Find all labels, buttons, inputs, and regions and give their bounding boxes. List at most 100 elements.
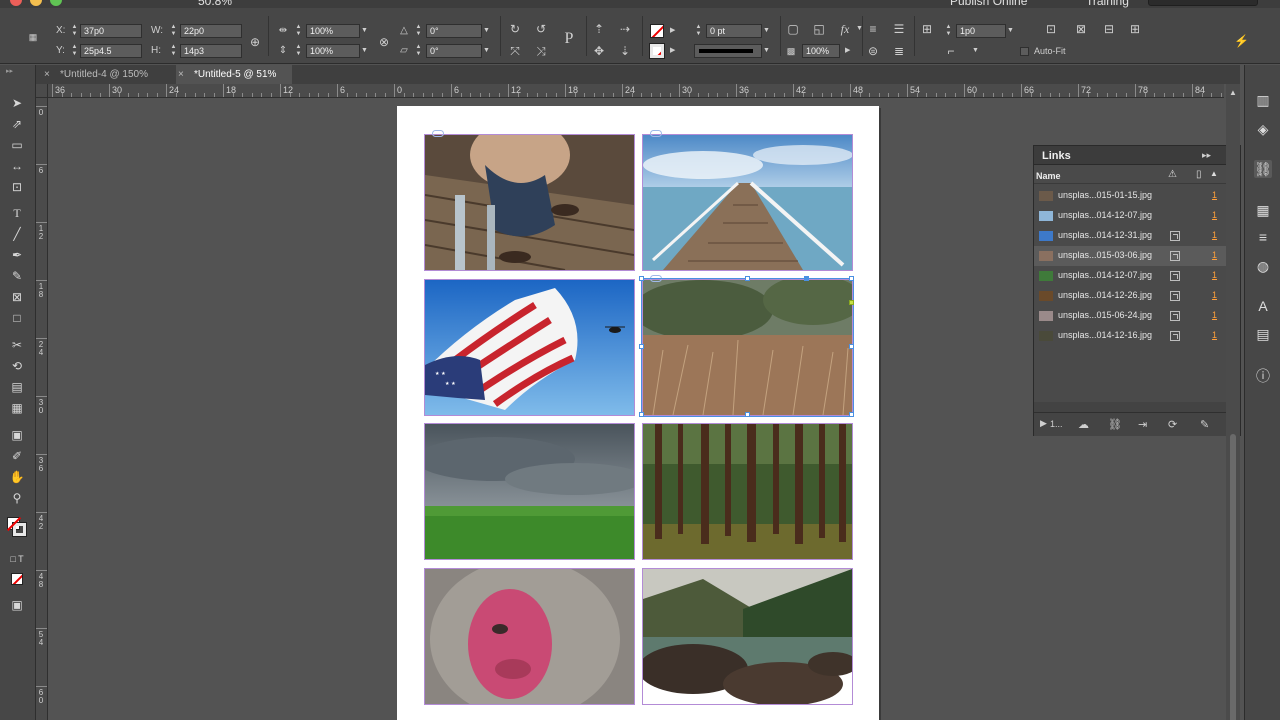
height-field[interactable]: 14p3 <box>180 44 242 58</box>
h-stepper[interactable]: ▲ ▼ <box>169 44 178 58</box>
frame-fitting-icon[interactable]: ▢ <box>786 22 800 36</box>
show-info-toggle-icon[interactable]: ▶ <box>1040 418 1047 429</box>
zoom-window-button[interactable] <box>50 0 62 6</box>
autofit-checkbox[interactable] <box>1020 47 1029 56</box>
type-tool-icon[interactable]: T <box>8 205 26 221</box>
fill-swatch[interactable] <box>650 24 664 38</box>
swatches-panel-icon[interactable]: ▦ <box>1254 201 1272 219</box>
fit-proportion-icon[interactable]: ⊟ <box>1102 22 1116 36</box>
stroke-weight-stepper[interactable]: ▲ ▼ <box>694 24 703 38</box>
link-page-number[interactable]: 1 <box>1212 210 1217 220</box>
resize-handle-br[interactable] <box>849 412 854 417</box>
horizontal-ruler[interactable]: 36 30 24 18 12 6 0 6 12 18 24 30 36 42 48 54 60 66 72 78 84 <box>48 84 1224 98</box>
relink-cc-icon[interactable]: ☁ <box>1078 418 1089 431</box>
zoom-level[interactable]: 50.8% <box>198 0 232 8</box>
select-content-icon[interactable]: ⇢ <box>618 22 632 36</box>
link-badge-icon[interactable] <box>650 130 662 137</box>
link-page-number[interactable]: 1 <box>1212 330 1217 340</box>
image-frame-5[interactable] <box>424 423 635 560</box>
link-badge-icon[interactable] <box>432 130 444 137</box>
select-next-icon[interactable]: ⇣ <box>618 44 632 58</box>
y-position-field[interactable]: 25p4.5 <box>80 44 142 58</box>
stroke-weight-dropdown[interactable]: ▼ <box>763 24 771 38</box>
rotate-dropdown[interactable]: ▼ <box>483 24 491 38</box>
formatting-container-icon[interactable]: □ T <box>8 551 26 567</box>
image-frame-8[interactable] <box>642 568 853 705</box>
flip-vertical-icon[interactable]: ⤨ <box>534 44 548 58</box>
image-frame-7[interactable] <box>424 568 635 705</box>
ruler-origin[interactable] <box>36 84 48 98</box>
resize-handle-tc[interactable] <box>745 276 750 281</box>
link-page-number[interactable]: 1 <box>1212 270 1217 280</box>
opacity-dropdown[interactable]: ▶ <box>845 44 853 58</box>
resize-handle-bl[interactable] <box>639 412 644 417</box>
constrain-proportions-icon[interactable]: ⊕ <box>248 35 262 49</box>
content-collector-icon[interactable]: ⊡ <box>8 179 26 195</box>
drop-shadow-icon[interactable]: ◱ <box>812 22 826 36</box>
links-horizontal-scrollbar[interactable] <box>1034 402 1240 412</box>
shear-dropdown[interactable]: ▼ <box>483 44 491 58</box>
live-corner-handle[interactable] <box>849 300 854 305</box>
link-row[interactable]: unsplas...014-12-26.jpg 1 <box>1034 286 1226 306</box>
gradient-feather-tool-icon[interactable]: ▦ <box>8 400 26 416</box>
apply-none-icon[interactable] <box>11 573 23 585</box>
in-port-handle[interactable] <box>804 276 809 281</box>
fill-stroke-swatches-icon[interactable] <box>6 516 27 537</box>
rectangle-frame-tool-icon[interactable]: ⊠ <box>8 289 26 305</box>
free-transform-tool-icon[interactable]: ⟲ <box>8 358 26 374</box>
image-frame-6[interactable] <box>642 423 853 560</box>
fit-content-icon[interactable]: ⊡ <box>1044 22 1058 36</box>
corner-shape-dropdown[interactable]: ▼ <box>972 44 980 58</box>
links-panel-icon[interactable]: ⛓ <box>1254 160 1272 178</box>
pen-tool-icon[interactable]: ✒ <box>8 247 26 263</box>
update-link-icon[interactable]: ⟳ <box>1168 418 1177 431</box>
selection-tool-icon[interactable]: ➤ <box>8 95 26 111</box>
name-column-label[interactable]: Name <box>1036 171 1061 181</box>
note-tool-icon[interactable]: ▣ <box>8 427 26 443</box>
corner-size-field[interactable]: 1p0 <box>956 24 1006 38</box>
w-stepper[interactable]: ▲ ▼ <box>169 24 178 38</box>
link-page-number[interactable]: 1 <box>1212 250 1217 260</box>
relink-icon[interactable]: ⛓ <box>1108 418 1122 431</box>
link-row[interactable]: unsplas...015-06-24.jpg 1 <box>1034 306 1226 326</box>
resize-handle-tl[interactable] <box>639 276 644 281</box>
lightning-icon[interactable]: ⚡ <box>1234 34 1249 48</box>
rotate-cw-icon[interactable]: ↻ <box>508 22 522 36</box>
text-wrap-jump-icon[interactable]: ≣ <box>892 44 906 58</box>
image-frame-2[interactable] <box>642 134 853 271</box>
shear-stepper[interactable]: ▲ ▼ <box>414 44 423 58</box>
constrain-scale-icon[interactable]: ⊗ <box>377 35 391 49</box>
document-page[interactable]: ★ ★ ★ ★ <box>397 106 879 720</box>
status-column-icon[interactable]: ⚠ <box>1168 169 1177 180</box>
vertical-scrollbar[interactable]: ▲ <box>1226 84 1240 720</box>
eyedropper-tool-icon[interactable]: ✐ <box>8 448 26 464</box>
links-panel-title[interactable]: Links <box>1042 150 1071 162</box>
scroll-up-icon[interactable]: ▲ <box>1229 88 1237 97</box>
scissors-tool-icon[interactable]: ✂ <box>8 337 26 353</box>
link-page-number[interactable]: 1 <box>1212 190 1217 200</box>
help-search-input[interactable] <box>1148 0 1258 6</box>
scroll-thumb[interactable] <box>1230 434 1236 720</box>
gradient-swatch-tool-icon[interactable]: ▤ <box>8 379 26 395</box>
fill-frame-icon[interactable]: ⊞ <box>1128 22 1142 36</box>
link-row[interactable]: unsplas...015-03-06.jpg 1 <box>1034 246 1226 266</box>
link-row[interactable]: unsplas...014-12-31.jpg 1 <box>1034 226 1226 246</box>
stroke-swatch[interactable] <box>649 43 665 59</box>
scale-y-stepper[interactable]: ▲ ▼ <box>294 44 303 58</box>
hand-tool-icon[interactable]: ✋ <box>8 469 26 485</box>
workspace-switcher[interactable]: Training <box>1086 0 1129 8</box>
link-row[interactable]: unsplas...014-12-07.jpg 1 <box>1034 206 1226 226</box>
panel-grip-icon[interactable]: ▸▸ <box>6 67 13 75</box>
link-page-number[interactable]: 1 <box>1212 230 1217 240</box>
direct-selection-tool-icon[interactable]: ⇗ <box>8 116 26 132</box>
link-row[interactable]: unsplas...015-01-15.jpg 1 <box>1034 186 1226 206</box>
character-panel-icon[interactable]: A <box>1254 297 1272 315</box>
effects-icon[interactable]: fx <box>838 22 852 36</box>
select-container-icon[interactable]: ⇡ <box>592 22 606 36</box>
link-page-number[interactable]: 1 <box>1212 290 1217 300</box>
stroke-dropdown[interactable]: ▶ <box>670 44 678 58</box>
text-wrap-shape-icon[interactable]: ⊜ <box>866 44 880 58</box>
stroke-type-dropdown[interactable]: ▼ <box>763 44 771 58</box>
corner-dropdown[interactable]: ▼ <box>1007 24 1015 38</box>
y-stepper[interactable]: ▲ ▼ <box>70 44 79 58</box>
